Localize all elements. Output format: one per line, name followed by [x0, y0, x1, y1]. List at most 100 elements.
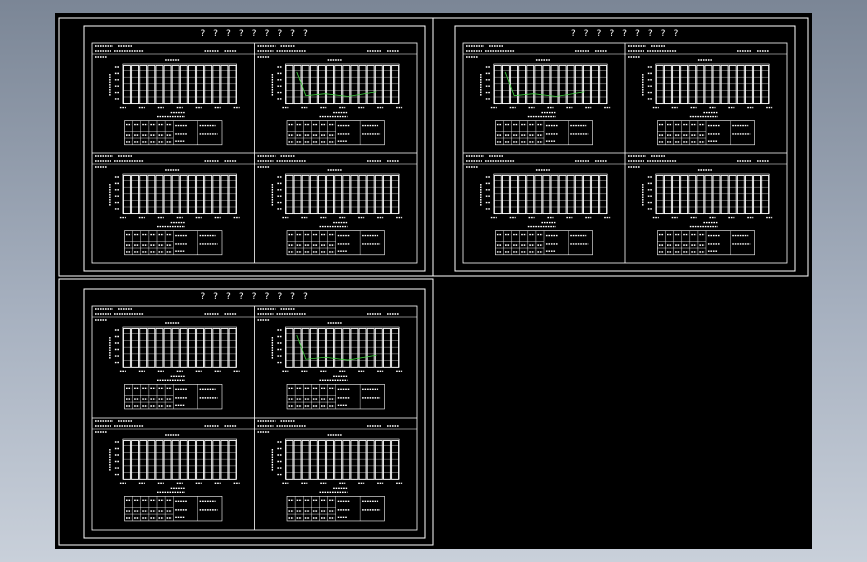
histogram-bar [139, 175, 148, 215]
histogram-bar [753, 175, 761, 215]
histogram-bar [374, 65, 383, 105]
histogram-bar [326, 175, 334, 215]
histogram-bar [155, 328, 164, 368]
histogram-bar [720, 175, 729, 215]
histogram-bar [591, 65, 599, 105]
histogram-bar [179, 175, 188, 215]
histogram-bar [163, 328, 172, 368]
chart-panel [92, 45, 255, 146]
summary-table [286, 384, 385, 410]
histogram-bar [391, 328, 399, 368]
summary-table [286, 496, 385, 522]
histogram-bar [293, 175, 302, 215]
histogram-bar [761, 175, 770, 215]
histogram-bar [171, 440, 180, 480]
histogram-bar [163, 175, 172, 215]
histogram-bar [374, 328, 383, 368]
histogram-bar [358, 175, 367, 215]
drawing-sheet: ? ? ? ? ? ? ? ? ? [58, 17, 434, 277]
histogram-bar [591, 175, 599, 215]
histogram-bar [220, 175, 229, 215]
histogram-plot [642, 173, 773, 228]
chart-panel [92, 420, 255, 522]
histogram-plot [480, 63, 611, 118]
histogram-bar [391, 175, 399, 215]
histogram-bar [664, 175, 672, 215]
histogram-bar [228, 65, 237, 105]
histogram-plot [109, 63, 240, 118]
histogram-bar [139, 65, 148, 105]
histogram-bar [196, 175, 204, 215]
chart-panel [254, 45, 417, 146]
histogram-bar [350, 328, 359, 368]
histogram-bar [212, 328, 221, 368]
cad-model-viewport[interactable]: ? ? ? ? ? ? ? ? ? ? ? ? ? ? ? ? ? ? ? ? ? … [55, 13, 812, 549]
histogram-bar [196, 328, 204, 368]
histogram-bar [704, 65, 713, 105]
histogram-bar [285, 65, 294, 105]
histogram-bar [326, 440, 334, 480]
histogram-plot [271, 326, 403, 382]
histogram-bar [147, 175, 156, 215]
histogram-bar [220, 65, 229, 105]
histogram-bar [358, 328, 367, 368]
histogram-bar [350, 175, 359, 215]
histogram-bar [688, 65, 697, 105]
histogram-bar [147, 65, 156, 105]
histogram-bar [526, 175, 535, 215]
sheet-title: ? ? ? ? ? ? ? ? ? [570, 29, 679, 39]
chart-panel [254, 155, 417, 256]
histogram-bar [358, 440, 367, 480]
histogram-bar [285, 175, 294, 215]
histogram-bar [366, 175, 375, 215]
histogram-bar [334, 328, 343, 368]
histogram-bar [583, 175, 591, 215]
histogram-bar [366, 328, 375, 368]
histogram-bar [383, 175, 391, 215]
drawing-canvas[interactable]: ? ? ? ? ? ? ? ? ? ? ? ? ? ? ? ? ? ? ? ? ? … [55, 13, 812, 549]
histogram-bar [510, 175, 518, 215]
histogram-bar [334, 65, 343, 105]
chart-panel [92, 308, 255, 410]
histogram-bar [220, 440, 229, 480]
histogram-bar [123, 65, 131, 105]
histogram-bar [334, 175, 343, 215]
histogram-bar [131, 175, 139, 215]
histogram-bar [293, 65, 302, 105]
histogram-bar [599, 175, 608, 215]
histogram-plot [109, 173, 240, 228]
histogram-bar [204, 328, 213, 368]
histogram-bar [309, 440, 318, 480]
histogram-plot [271, 63, 403, 118]
histogram-bar [188, 175, 196, 215]
histogram-bar [358, 65, 367, 105]
histogram-bar [212, 175, 221, 215]
histogram-bar [318, 440, 326, 480]
histogram-bar [309, 328, 318, 368]
histogram-bar [728, 175, 737, 215]
histogram-bar [542, 65, 551, 105]
chart-panel [254, 420, 417, 522]
histogram-bar [163, 65, 172, 105]
histogram-bar [680, 65, 689, 105]
histogram-bar [334, 440, 343, 480]
histogram-bar [566, 175, 575, 215]
histogram-bar [696, 175, 705, 215]
histogram-bar [558, 65, 567, 105]
histogram-bar [326, 65, 334, 105]
histogram-bar [131, 440, 139, 480]
fitted-curve [296, 334, 377, 361]
chart-panel [463, 45, 625, 146]
histogram-bar [391, 440, 399, 480]
summary-table [657, 120, 755, 146]
histogram-bar [220, 328, 229, 368]
histogram-bar [179, 440, 188, 480]
histogram-bar [566, 65, 575, 105]
histogram-bar [712, 65, 721, 105]
histogram-bar [745, 175, 753, 215]
histogram-bar [147, 328, 156, 368]
histogram-bar [342, 175, 351, 215]
histogram-bar [391, 65, 399, 105]
histogram-bar [188, 65, 196, 105]
histogram-bar [550, 175, 559, 215]
